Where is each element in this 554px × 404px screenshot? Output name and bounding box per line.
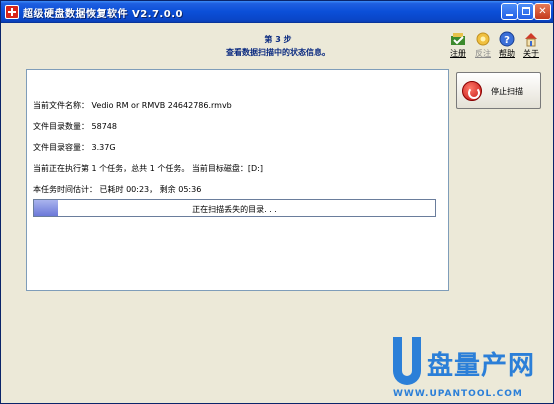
status-panel: 当前文件名称： Vedio RM or RMVB 24642786.rmvb 文… — [26, 69, 449, 291]
title-bar[interactable]: 超级硬盘数据恢复软件 V2.7.0.0 ✕ — [1, 1, 553, 23]
watermark-text: 盘量产网 — [427, 351, 536, 381]
stop-scan-label: 停止扫描 — [491, 87, 523, 96]
window-title: 超级硬盘数据恢复软件 V2.7.0.0 — [23, 9, 183, 20]
toolbar-help-label: 帮助 — [499, 49, 515, 58]
stop-scan-button[interactable]: 停止扫描 — [456, 72, 541, 109]
maximize-icon — [522, 7, 530, 15]
current-file-line: 当前文件名称： Vedio RM or RMVB 24642786.rmvb — [33, 101, 232, 110]
minimize-icon — [506, 14, 513, 16]
toolbar-about[interactable]: 关于 — [518, 31, 544, 59]
register-icon — [451, 33, 465, 45]
site-watermark: 盘量产网 WWW.UPANTOOL.COM — [393, 337, 553, 403]
file-count-line: 文件目录数量： 58748 — [33, 122, 117, 131]
stop-icon — [462, 81, 482, 101]
watermark-url: WWW.UPANTOOL.COM — [393, 389, 523, 399]
scan-progress-text: 正在扫描丢失的目录. . . — [192, 205, 277, 214]
maximize-button[interactable] — [517, 3, 534, 20]
toolbar-register[interactable]: 注册 — [445, 31, 471, 59]
about-icon — [525, 33, 537, 47]
toolbar-unregister-label: 反注 — [475, 49, 491, 58]
app-window: 超级硬盘数据恢复软件 V2.7.0.0 ✕ 第 3 步 查看数据扫描中的状态信息… — [0, 0, 554, 404]
time-estimate-line: 本任务时间估计： 已耗时 00:23， 剩余 05:36 — [33, 185, 202, 194]
toolbar-help[interactable]: ? 帮助 — [494, 31, 520, 59]
watermark-u-logo — [393, 337, 421, 385]
close-icon: ✕ — [538, 6, 547, 17]
help-icon: ? — [499, 31, 515, 47]
toolbar-unregister[interactable]: 反注 — [470, 31, 496, 59]
minimize-button[interactable] — [501, 3, 518, 20]
toolbar-register-label: 注册 — [450, 49, 466, 58]
app-icon — [5, 5, 19, 19]
task-status-line: 当前正在执行第 1 个任务，总共 1 个任务。 当前目标磁盘：[D:] — [33, 164, 263, 173]
unregister-icon — [476, 32, 490, 46]
close-button[interactable]: ✕ — [534, 3, 551, 20]
toolbar-about-label: 关于 — [523, 49, 539, 58]
file-size-line: 文件目录容量： 3.37G — [33, 143, 116, 152]
svg-text:?: ? — [504, 35, 510, 46]
scan-progress-bar: 正在扫描丢失的目录. . . — [33, 199, 436, 217]
